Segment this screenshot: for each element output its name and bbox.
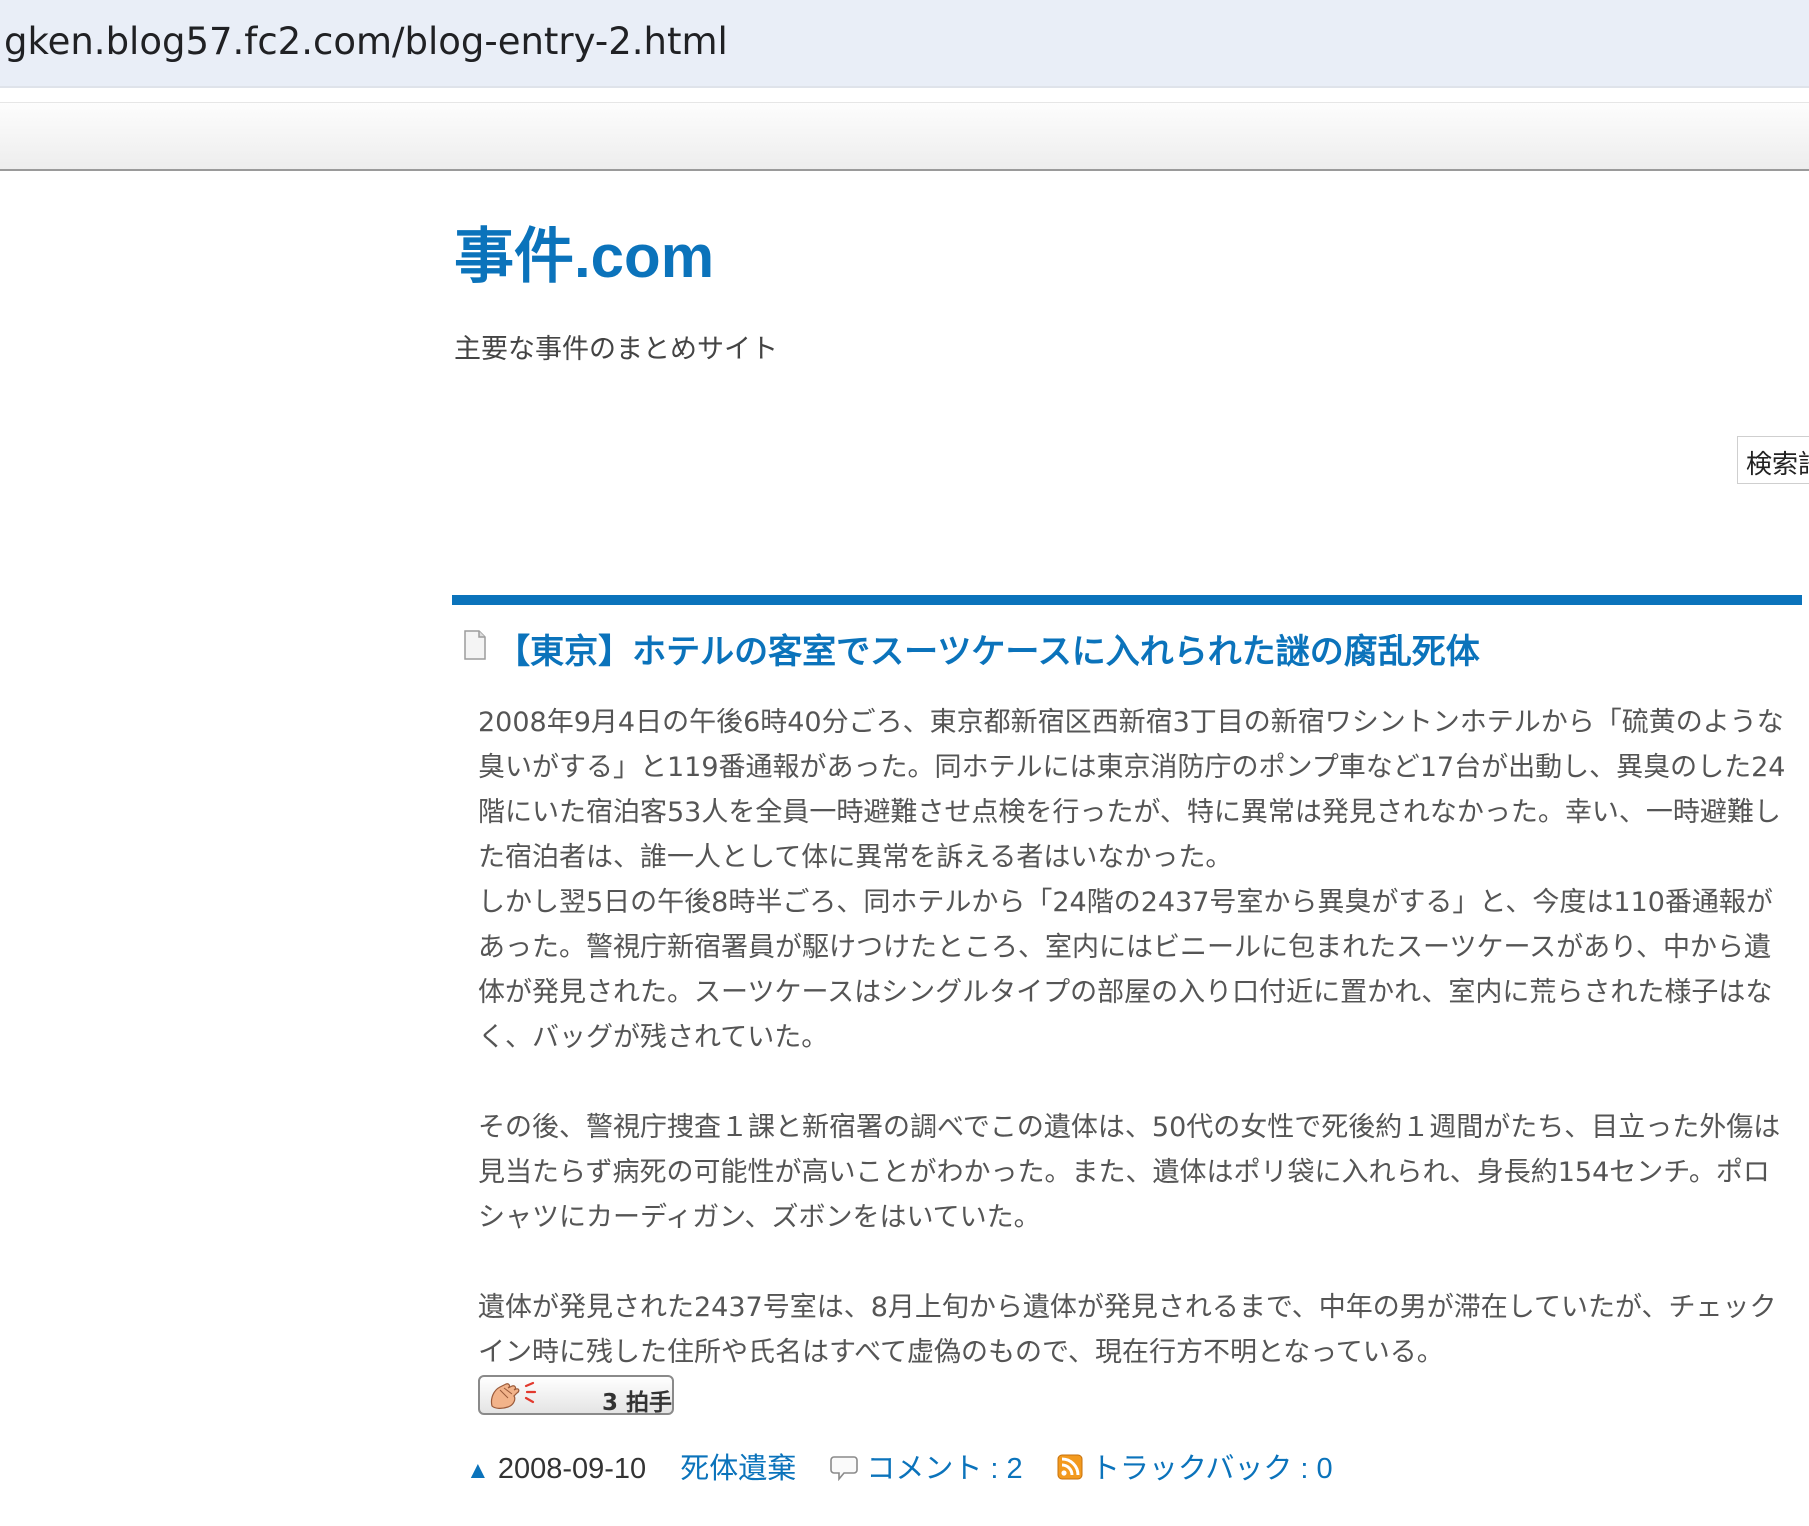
blog-title[interactable]: 事件.com (454, 208, 714, 295)
url-text[interactable]: gken.blog57.fc2.com/blog-entry-2.html (4, 20, 728, 63)
entry-divider (452, 595, 1802, 605)
entry-paragraph: しかし翌5日の午後8時半ごろ、同ホテルから「24階の2437号室から異臭がする」… (478, 887, 1773, 1053)
document-icon (464, 629, 486, 660)
browser-toolbar (0, 102, 1809, 171)
search-input[interactable]: 検索語 (1737, 436, 1809, 484)
entry-body: 2008年9月4日の午後6時40分ごろ、東京都新宿区西新宿3丁目の新宿ワシントン… (478, 700, 1788, 1375)
entry-paragraph: 遺体が発見された2437号室は、8月上旬から遺体が発見されるまで、中年の男が滞在… (478, 1292, 1777, 1368)
comment-bubble-icon (830, 1456, 859, 1482)
page-top-arrow[interactable]: ▲ (466, 1457, 490, 1484)
entry-paragraph: その後、警視庁捜査１課と新宿署の調べでこの遺体は、50代の女性で死後約１週間がた… (478, 1112, 1781, 1233)
entry-footer: ▲ 2008-09-10 死体遺棄 コメント : 2 トラックバック : 0 (466, 1445, 1333, 1487)
entry-title-link[interactable]: 【東京】ホテルの客室でスーツケースに入れられた謎の腐乱死体 (496, 632, 1480, 672)
clap-count: 3 拍手 (602, 1383, 672, 1417)
clap-button[interactable]: 3 拍手 (478, 1375, 674, 1417)
entry-title-row: 【東京】ホテルの客室でスーツケースに入れられた謎の腐乱死体 (463, 624, 1480, 673)
category-link[interactable]: 死体遺棄 (680, 1453, 796, 1485)
clap-number: 3 (602, 1390, 619, 1416)
trackbacks-link[interactable]: トラックバック : 0 (1091, 1453, 1333, 1485)
blog-description: 主要な事件のまとめサイト (454, 334, 778, 365)
clapping-hands-icon (490, 1381, 537, 1409)
comments-link[interactable]: コメント : 2 (866, 1453, 1022, 1485)
clap-label: 拍手 (626, 1390, 673, 1416)
entry-date: 2008-09-10 (497, 1453, 647, 1485)
entry-paragraph: 2008年9月4日の午後6時40分ごろ、東京都新宿区西新宿3丁目の新宿ワシントン… (478, 707, 1786, 873)
search-label: 検索語 (1746, 450, 1809, 480)
address-bar[interactable]: gken.blog57.fc2.com/blog-entry-2.html (0, 0, 1809, 88)
rss-icon (1057, 1454, 1083, 1480)
